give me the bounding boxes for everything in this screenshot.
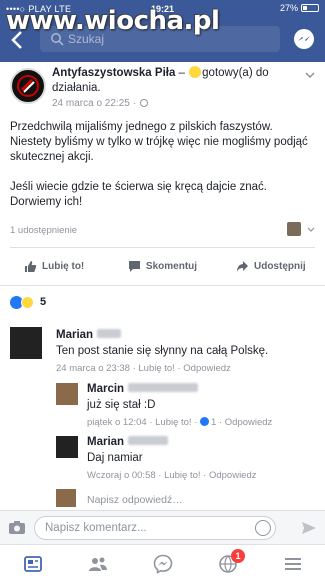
comment-button[interactable]: Skomentuj bbox=[108, 253, 216, 279]
commenter-name-text: Marian bbox=[87, 436, 125, 448]
share-label: Udostępnij bbox=[253, 260, 306, 272]
comments-section: Marian Ten post stanie się słynny na cał… bbox=[0, 317, 325, 510]
globe-icon bbox=[139, 99, 148, 107]
reply-avatar bbox=[56, 489, 76, 507]
post-timestamp[interactable]: 24 marca o 22:25 · bbox=[52, 98, 148, 109]
shares-count[interactable]: 1 udostępnienie bbox=[10, 225, 77, 236]
comment-text: Daj namiar bbox=[87, 452, 143, 464]
feeling-separator: – bbox=[175, 67, 189, 79]
battery-icon bbox=[301, 4, 319, 12]
comment-meta[interactable]: piątek o 12:04 · Lubię to! · 1 · Odpowie… bbox=[87, 417, 272, 428]
sharer-avatar bbox=[287, 222, 301, 236]
friends-icon bbox=[88, 557, 107, 571]
comment-text: już się stał :D bbox=[87, 399, 156, 411]
comment-text: Ten post stanie się słynny na całą Polsk… bbox=[56, 345, 269, 357]
tab-messenger[interactable] bbox=[130, 545, 195, 582]
commenter-name-text: Marcin bbox=[87, 383, 125, 395]
battery-indicator: 27% bbox=[280, 3, 319, 13]
emoji-icon[interactable] bbox=[255, 520, 271, 536]
reply-prompt[interactable]: Napisz odpowiedź… bbox=[87, 494, 183, 506]
reactions-bar[interactable]: 5 bbox=[0, 285, 325, 317]
hamburger-menu-icon bbox=[284, 557, 301, 570]
battery-percent: 27% bbox=[279, 3, 298, 13]
post-card: Antyfaszystowska Piła – gotowy(a) do dzi… bbox=[0, 62, 325, 285]
comment-meta[interactable]: 24 marca o 23:38 · Lubię to! · Odpowiedz bbox=[56, 363, 231, 374]
divider bbox=[10, 247, 315, 248]
tab-notifications[interactable]: 1 bbox=[195, 545, 260, 582]
redacted-surname bbox=[97, 329, 122, 338]
post-time-text: 24 marca o 22:25 · bbox=[52, 98, 136, 109]
chevron-down-icon[interactable] bbox=[307, 227, 315, 232]
post-actions: Lubię to! Skomentuj Udostępnij bbox=[0, 253, 325, 279]
post-body: Przedchwilą mijaliśmy jednego z pilskich… bbox=[10, 121, 308, 208]
camera-icon[interactable] bbox=[8, 520, 26, 535]
share-button[interactable]: Udostępnij bbox=[217, 253, 325, 279]
bottom-tab-bar: 1 bbox=[0, 544, 325, 582]
commenter-avatar[interactable] bbox=[56, 383, 78, 405]
reply-link[interactable]: · Odpowiedz bbox=[216, 417, 272, 428]
redacted-surname bbox=[128, 383, 199, 392]
commenter-name-text: Marian bbox=[56, 329, 94, 341]
post-header: Antyfaszystowska Piła – gotowy(a) do dzi… bbox=[52, 66, 312, 96]
messenger-icon[interactable] bbox=[293, 28, 315, 50]
watermark-logo: www.wiocha.pl bbox=[6, 6, 220, 36]
like-button[interactable]: Lubię to! bbox=[0, 253, 108, 279]
commenter-name[interactable]: Marian bbox=[87, 436, 169, 448]
tab-news-feed[interactable] bbox=[0, 545, 65, 582]
commenter-name[interactable]: Marcin bbox=[87, 383, 199, 395]
commenter-avatar[interactable] bbox=[56, 436, 78, 458]
post-author[interactable]: Antyfaszystowska Piła bbox=[52, 67, 175, 79]
comment-input[interactable] bbox=[34, 516, 276, 540]
chevron-down-icon[interactable] bbox=[305, 72, 315, 78]
comment-composer bbox=[0, 510, 325, 544]
like-label: Lubię to! bbox=[42, 260, 85, 272]
like-count-icon bbox=[200, 417, 210, 426]
comment-label: Skomentuj bbox=[145, 260, 198, 272]
haha-reaction-icon bbox=[21, 296, 34, 309]
notifications-badge: 1 bbox=[231, 549, 245, 563]
page-avatar[interactable] bbox=[10, 68, 46, 104]
thumbs-up-icon bbox=[25, 260, 37, 272]
redacted-surname bbox=[128, 436, 169, 445]
commenter-name[interactable]: Marian bbox=[56, 329, 122, 341]
send-icon[interactable] bbox=[301, 520, 317, 536]
smiley-icon bbox=[189, 66, 202, 78]
commenter-avatar[interactable] bbox=[10, 327, 42, 359]
messenger-icon bbox=[153, 554, 172, 574]
tab-menu[interactable] bbox=[260, 545, 325, 582]
share-arrow-icon bbox=[236, 260, 248, 272]
news-feed-icon bbox=[23, 555, 42, 572]
reactions-count: 5 bbox=[40, 296, 47, 308]
comment-meta[interactable]: Wczoraj o 00:58 · Lubię to! · Odpowiedz bbox=[87, 470, 257, 481]
comment-meta-text: piątek o 12:04 · Lubię to! · bbox=[87, 417, 201, 428]
comment-icon bbox=[128, 260, 140, 272]
tab-friends[interactable] bbox=[65, 545, 130, 582]
